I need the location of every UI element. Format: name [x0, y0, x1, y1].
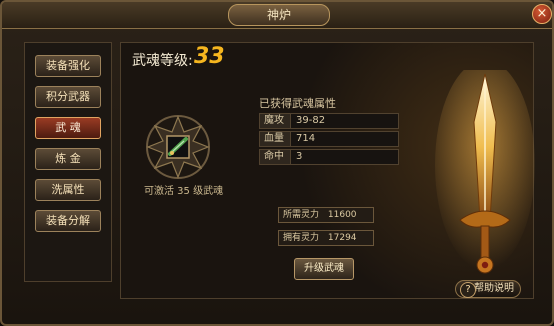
attribute-value: 3	[291, 149, 399, 165]
attribute-row: 血量 714	[259, 131, 399, 147]
required-spirit-value: 11600	[327, 210, 357, 220]
sidebar-item-enhance[interactable]: 装备强化	[35, 55, 101, 77]
owned-spirit-box: 拥有灵力 17294	[278, 230, 374, 246]
sidebar-item-points-weapon[interactable]: 积分武器	[35, 86, 101, 108]
sidebar-item-alchemy[interactable]: 炼 金	[35, 148, 101, 170]
attributes-title: 已获得武魂属性	[259, 97, 336, 110]
title-bar: 神炉 ×	[2, 2, 552, 29]
sidebar-item-decompose[interactable]: 装备分解	[35, 210, 101, 232]
attribute-key: 命中	[259, 149, 291, 165]
owned-spirit-label: 拥有灵力	[283, 233, 320, 243]
emblem-caption: 可激活 35 级武魂	[144, 186, 224, 197]
sidebar-item-weapon-soul[interactable]: 武 魂	[35, 117, 101, 139]
weapon-soul-emblem	[146, 115, 210, 179]
upgrade-weapon-soul-button[interactable]: 升级武魂	[294, 258, 354, 280]
attribute-row: 魔攻 39-82	[259, 113, 399, 129]
weapon-soul-level-label: 武魂等级:	[132, 53, 193, 69]
attribute-key: 血量	[259, 131, 291, 147]
weapon-soul-level-value: 33	[194, 44, 225, 69]
attributes-table: 魔攻 39-82 血量 714 命中 3	[259, 113, 399, 167]
window-title: 神炉	[228, 4, 330, 26]
attribute-value: 39-82	[291, 113, 399, 129]
sidebar: 装备强化 积分武器 武 魂 炼 金 洗属性 装备分解	[24, 42, 112, 282]
close-button[interactable]: ×	[532, 4, 552, 24]
sidebar-item-reroll[interactable]: 洗属性	[35, 179, 101, 201]
attribute-row: 命中 3	[259, 149, 399, 165]
sword-icon	[435, 70, 535, 274]
close-icon: ×	[536, 6, 548, 21]
attribute-value: 714	[291, 131, 399, 147]
owned-spirit-value: 17294	[327, 233, 357, 243]
required-spirit-label: 所需灵力	[283, 210, 320, 220]
forge-window: 神炉 × 装备强化 积分武器 武 魂 炼 金 洗属性 装备分解 武魂等级: 33…	[0, 0, 554, 326]
attribute-key: 魔攻	[259, 113, 291, 129]
required-spirit-box: 所需灵力 11600	[278, 207, 374, 223]
